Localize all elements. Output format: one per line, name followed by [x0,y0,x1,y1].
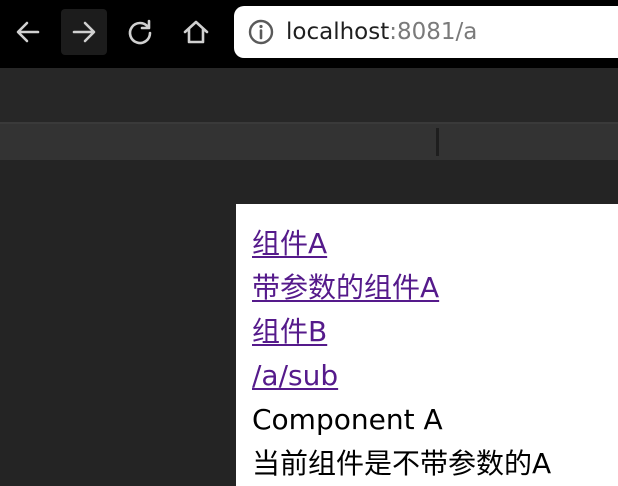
home-icon [183,20,209,44]
url-text[interactable]: localhost:8081/a [286,19,477,45]
url-host: localhost [286,19,390,45]
devtools-pane-splitter[interactable] [436,128,439,156]
page-viewport: 组件A 带参数的组件A 组件B /a/sub Component A 当前组件是… [236,204,618,486]
link-a-sub[interactable]: /a/sub [252,354,551,398]
reload-icon [128,19,152,45]
component-status-text: 当前组件是不带参数的A [252,447,552,480]
address-bar[interactable]: localhost:8081/a [234,6,618,58]
arrow-right-icon [72,21,96,43]
link-component-a-with-params[interactable]: 带参数的组件A [252,266,551,310]
page-content: 组件A 带参数的组件A 组件B /a/sub Component A 当前组件是… [252,222,551,486]
url-path: :8081/a [389,19,478,45]
link-component-a[interactable]: 组件A [252,222,551,266]
link-component-b[interactable]: 组件B [252,310,551,354]
browser-toolbar: localhost:8081/a [0,0,618,68]
info-circle-icon[interactable] [248,19,274,45]
back-button[interactable] [5,9,51,55]
home-button[interactable] [173,9,219,55]
reload-button[interactable] [117,9,163,55]
devtools-toolbar [0,124,618,160]
arrow-left-icon [16,21,40,43]
forward-button[interactable] [61,9,107,55]
component-heading: Component A [252,403,443,436]
devtools-header [0,68,618,122]
